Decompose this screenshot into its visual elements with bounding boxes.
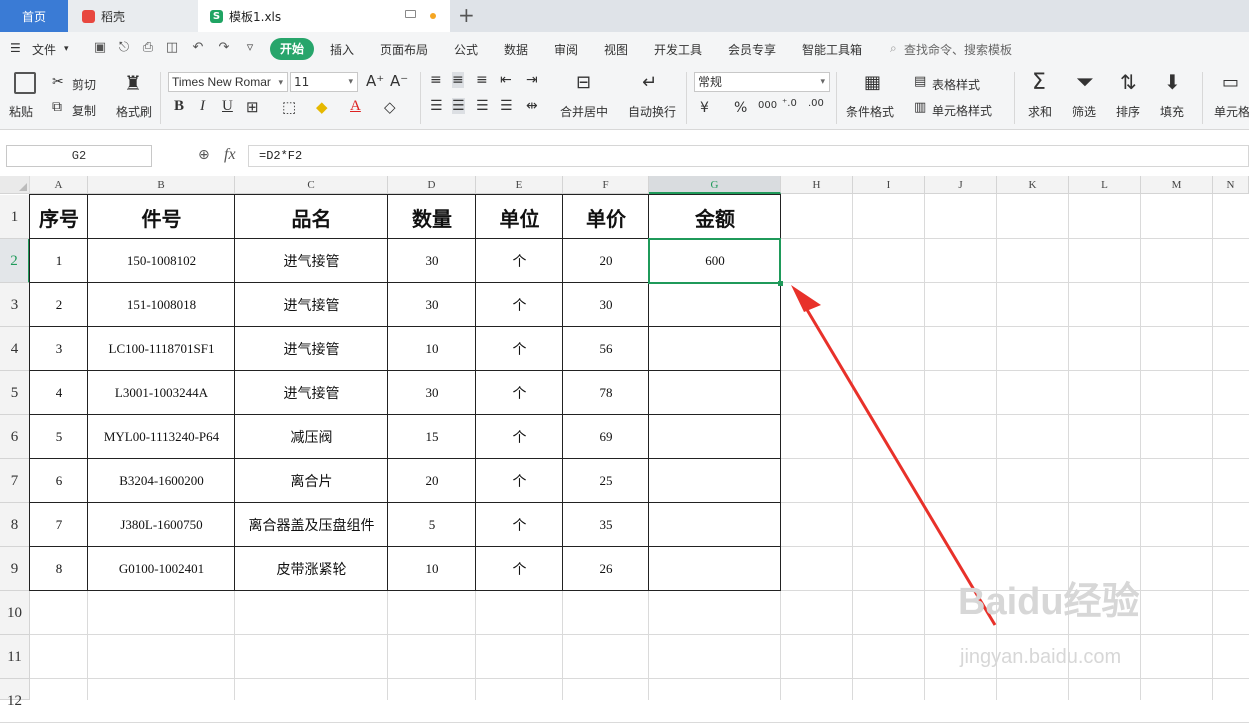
baidu-watermark-url: jingyan.baidu.com [960, 646, 1122, 668]
baidu-watermark: Baidu经验 [958, 581, 1140, 623]
arrow-head [791, 285, 821, 312]
